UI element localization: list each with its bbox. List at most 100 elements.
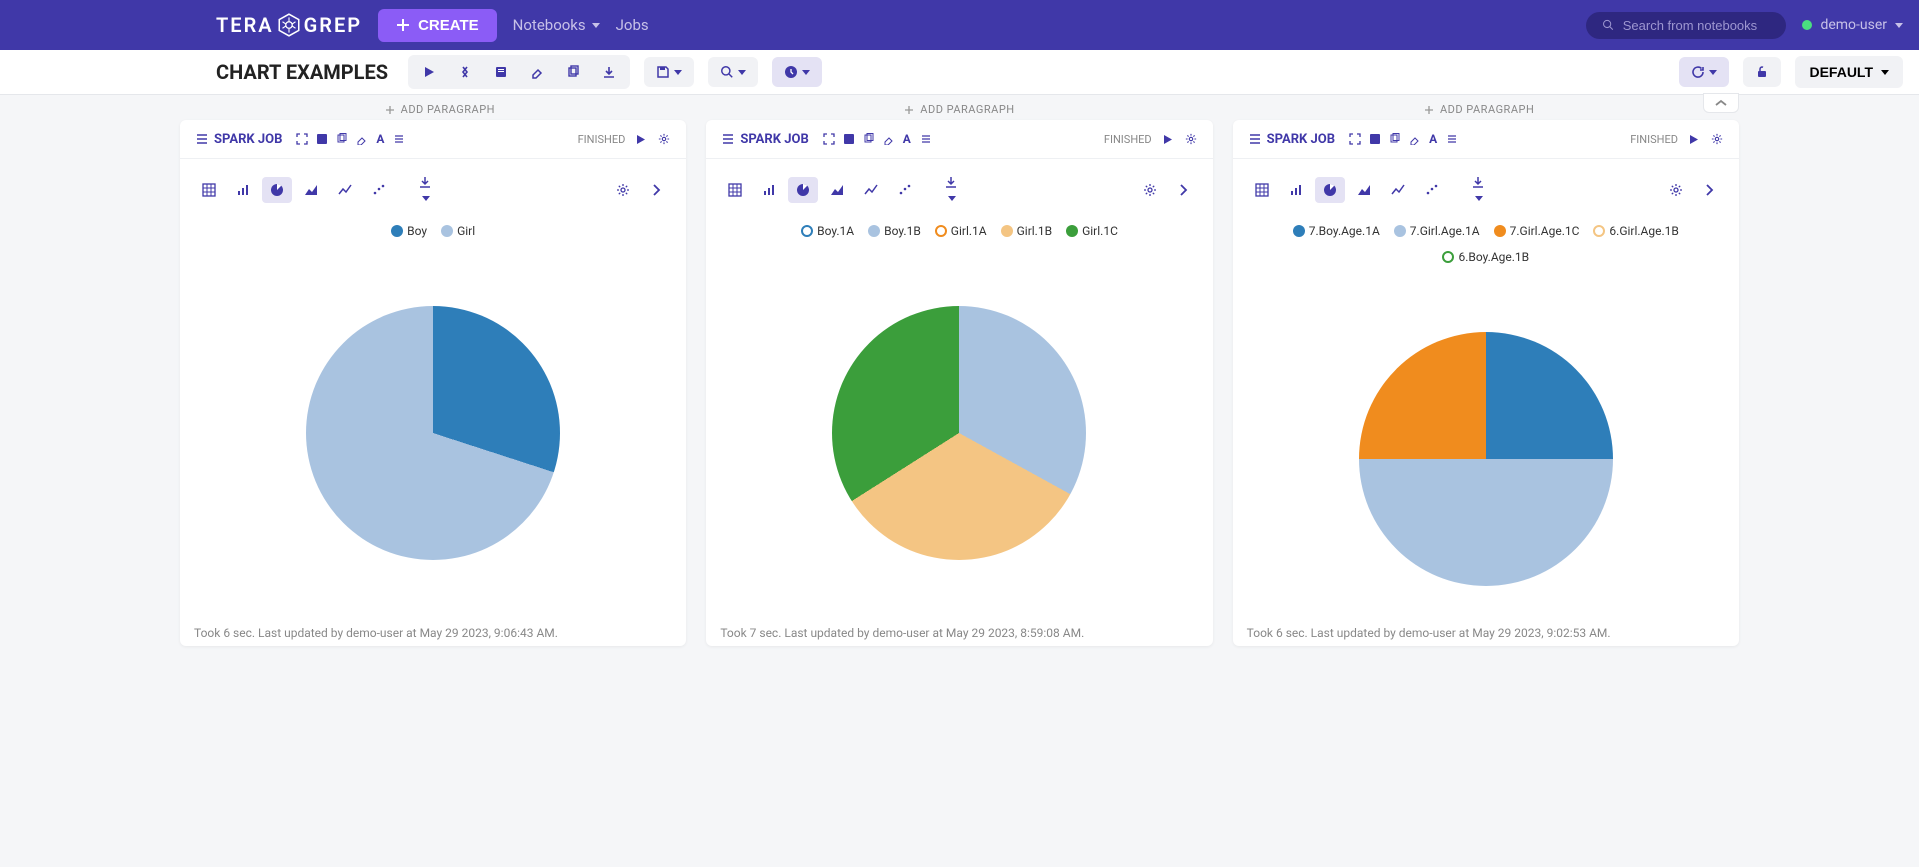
chart-settings-button[interactable] xyxy=(608,177,638,203)
run-paragraph-button[interactable] xyxy=(1686,132,1701,147)
pie-chart-button[interactable] xyxy=(788,177,818,203)
paragraph-settings-button[interactable] xyxy=(1709,131,1725,147)
search-box[interactable] xyxy=(1586,12,1786,39)
user-menu[interactable]: demo-user xyxy=(1802,17,1903,33)
chart-expand-button[interactable] xyxy=(1695,177,1725,203)
spark-job-label[interactable]: SPARK JOB xyxy=(194,132,282,147)
search-dropdown[interactable] xyxy=(708,57,758,87)
font-icon[interactable]: A xyxy=(901,130,913,148)
legend-item[interactable]: Girl.1C xyxy=(1066,224,1118,238)
nav-jobs[interactable]: Jobs xyxy=(616,16,649,34)
download-chart-button[interactable] xyxy=(1463,169,1493,210)
scatter-chart-button[interactable] xyxy=(364,177,394,203)
bar-chart-button[interactable] xyxy=(1281,177,1311,203)
add-paragraph-button[interactable]: ADD PARAGRAPH xyxy=(1424,103,1534,116)
pie-chart-button[interactable] xyxy=(262,177,292,203)
legend-item[interactable]: Boy xyxy=(391,224,427,238)
lock-button[interactable] xyxy=(1743,57,1781,87)
legend-marker xyxy=(868,225,880,237)
pie-chart-button[interactable] xyxy=(1315,177,1345,203)
paragraph-settings-button[interactable] xyxy=(656,131,672,147)
area-chart-button[interactable] xyxy=(1349,177,1379,203)
nav-notebooks[interactable]: Notebooks xyxy=(513,16,600,34)
chart-settings-button[interactable] xyxy=(1135,177,1165,203)
font-icon[interactable]: A xyxy=(374,130,386,148)
chart-expand-button[interactable] xyxy=(1169,177,1199,203)
line-chart-button[interactable] xyxy=(856,177,886,203)
refresh-dropdown[interactable] xyxy=(1679,57,1729,87)
chart-toolbar xyxy=(706,159,1212,220)
run-toolbar-group xyxy=(408,55,630,89)
area-chart-button[interactable] xyxy=(822,177,852,203)
save-dropdown[interactable] xyxy=(644,57,694,87)
list-icon[interactable] xyxy=(1443,131,1459,147)
run-paragraph-button[interactable] xyxy=(633,132,648,147)
table-view-button[interactable] xyxy=(1247,177,1277,203)
chart-settings-button[interactable] xyxy=(1661,177,1691,203)
legend-item[interactable]: 6.Girl.Age.1B xyxy=(1593,224,1678,238)
list-icon[interactable] xyxy=(390,131,406,147)
bar-chart-button[interactable] xyxy=(228,177,258,203)
schedule-dropdown[interactable] xyxy=(772,57,822,87)
eraser-icon[interactable] xyxy=(1407,131,1423,147)
copy-icon[interactable] xyxy=(861,131,877,147)
chart-panel: SPARK JOB A FINISHED 7.Boy.Age.1A7.Girl.… xyxy=(1233,120,1739,646)
expand-icon[interactable] xyxy=(1347,131,1363,147)
book-icon[interactable] xyxy=(314,131,330,147)
legend-item[interactable]: Boy.1B xyxy=(868,224,921,238)
legend-item[interactable]: 7.Girl.Age.1C xyxy=(1494,224,1580,238)
legend-label: Girl.1A xyxy=(951,224,987,238)
add-paragraph-button[interactable]: ADD PARAGRAPH xyxy=(385,103,495,116)
book-icon[interactable] xyxy=(841,131,857,147)
copy-icon[interactable] xyxy=(334,131,350,147)
chart-toolbar xyxy=(180,159,686,220)
legend-item[interactable]: Girl.1B xyxy=(1001,224,1052,238)
legend-item[interactable]: Girl.1A xyxy=(935,224,987,238)
collapse-icon xyxy=(458,65,472,79)
download-chart-button[interactable] xyxy=(410,169,440,210)
legend-item[interactable]: Boy.1A xyxy=(801,224,854,238)
add-paragraph-button[interactable]: ADD PARAGRAPH xyxy=(904,103,1014,116)
eraser-icon[interactable] xyxy=(881,131,897,147)
legend-item[interactable]: 6.Boy.Age.1B xyxy=(1442,250,1529,264)
default-dropdown[interactable]: DEFAULT xyxy=(1795,56,1903,88)
pie-chart xyxy=(1233,272,1739,616)
spark-job-label[interactable]: SPARK JOB xyxy=(720,132,808,147)
legend-item[interactable]: 7.Boy.Age.1A xyxy=(1293,224,1380,238)
list-icon[interactable] xyxy=(917,131,933,147)
line-chart-button[interactable] xyxy=(330,177,360,203)
download-chart-button[interactable] xyxy=(936,169,966,210)
line-chart-button[interactable] xyxy=(1383,177,1413,203)
collapse-code-button[interactable] xyxy=(448,59,482,85)
eraser-button[interactable] xyxy=(520,59,554,85)
search-input[interactable] xyxy=(1623,18,1771,33)
legend-item[interactable]: Girl xyxy=(441,224,475,238)
caret-down-icon xyxy=(1881,70,1889,75)
run-button[interactable] xyxy=(412,59,446,85)
expand-icon[interactable] xyxy=(294,131,310,147)
download-button[interactable] xyxy=(592,59,626,85)
paragraph-settings-button[interactable] xyxy=(1183,131,1199,147)
chart-expand-button[interactable] xyxy=(642,177,672,203)
book-button[interactable] xyxy=(484,59,518,85)
expand-icon[interactable] xyxy=(821,131,837,147)
scatter-chart-button[interactable] xyxy=(890,177,920,203)
spark-job-text: SPARK JOB xyxy=(214,132,282,147)
collapse-panel-button[interactable] xyxy=(1703,93,1739,113)
run-paragraph-button[interactable] xyxy=(1160,132,1175,147)
copy-button[interactable] xyxy=(556,59,590,85)
bar-chart-button[interactable] xyxy=(754,177,784,203)
table-view-button[interactable] xyxy=(194,177,224,203)
create-button-label: CREATE xyxy=(418,17,479,34)
scatter-chart-button[interactable] xyxy=(1417,177,1447,203)
create-button[interactable]: CREATE xyxy=(378,9,497,42)
area-chart-button[interactable] xyxy=(296,177,326,203)
eraser-icon[interactable] xyxy=(354,131,370,147)
legend-marker xyxy=(1394,225,1406,237)
copy-icon[interactable] xyxy=(1387,131,1403,147)
table-view-button[interactable] xyxy=(720,177,750,203)
book-icon[interactable] xyxy=(1367,131,1383,147)
font-icon[interactable]: A xyxy=(1427,130,1439,148)
spark-job-label[interactable]: SPARK JOB xyxy=(1247,132,1335,147)
legend-item[interactable]: 7.Girl.Age.1A xyxy=(1394,224,1480,238)
